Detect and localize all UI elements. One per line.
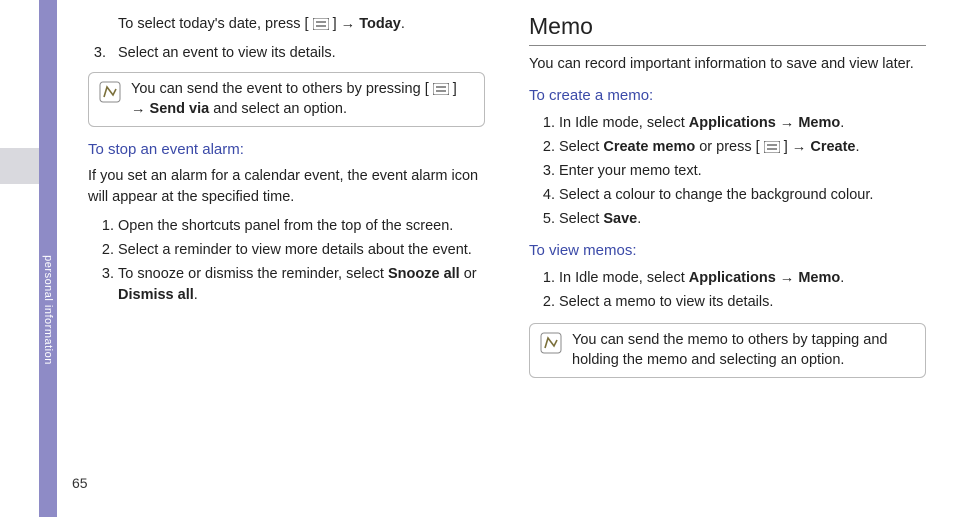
ol1-2-mid2: ] → [780, 139, 811, 155]
view-memo-heading: To view memos: [529, 240, 926, 262]
ol2-3-post: . [194, 287, 198, 303]
view-memo-steps: In Idle mode, select Applications → Memo… [529, 268, 926, 313]
step-text: Select a colour to change the background… [559, 187, 873, 203]
note-send-memo-text: You can send the memo to others by tappi… [572, 330, 915, 371]
ol1-2-b2: Create [810, 139, 855, 155]
create-memo-steps: In Idle mode, select Applications → Memo… [529, 113, 926, 230]
ol2-1-pre: In Idle mode, select [559, 270, 689, 286]
ol2-3-mid: or [460, 266, 477, 282]
ol1-1-b1: Applications [689, 115, 776, 131]
today-bold: Today [359, 16, 401, 32]
ol1-2-b1: Create memo [603, 139, 695, 155]
note-send-memo: You can send the memo to others by tappi… [529, 323, 926, 378]
today-line-pre: To select today's date, press [ [118, 16, 313, 32]
create-memo-heading: To create a memo: [529, 85, 926, 107]
left-column: To select today's date, press [ ] → Toda… [60, 10, 493, 507]
note-send-event: You can send the event to others by pres… [88, 72, 485, 127]
edge-gray-band [0, 148, 39, 184]
list-item: Enter your memo text. [559, 161, 926, 182]
content-area: To select today's date, press [ ] → Toda… [60, 10, 944, 507]
menu-icon [764, 141, 780, 153]
step-text: Select a memo to view its details. [559, 294, 773, 310]
step-3-line: 3. Select an event to view its details. [88, 43, 485, 64]
today-line-post: . [401, 16, 405, 32]
ol2-1-mid: → [776, 270, 799, 286]
ol1-5-post: . [637, 211, 641, 227]
step-3-text: Select an event to view its details. [118, 43, 336, 64]
ol1-5-pre: Select [559, 211, 603, 227]
ol1-1-b2: Memo [798, 115, 840, 131]
note-send-event-text: You can send the event to others by pres… [131, 79, 474, 120]
list-item: Select Create memo or press [ ] → Create… [559, 137, 926, 158]
note1-post: and select an option. [209, 101, 347, 117]
list-item: Select Save. [559, 209, 926, 230]
note1-pre: You can send the event to others by pres… [131, 81, 433, 97]
menu-icon [433, 83, 449, 95]
ol1-2-mid: or press [ [695, 139, 764, 155]
step-text: Enter your memo text. [559, 163, 702, 179]
step-3-num: 3. [88, 43, 106, 64]
page-edge [0, 0, 39, 517]
section-tab: personal information [39, 0, 57, 517]
ol1-2-pre: Select [559, 139, 603, 155]
note-icon [540, 332, 562, 354]
ol1-1-pre: In Idle mode, select [559, 115, 689, 131]
ol1-1-post: . [840, 115, 844, 131]
heading-rule [529, 45, 926, 46]
list-item: To snooze or dismiss the reminder, selec… [118, 264, 485, 306]
ol1-5-b: Save [603, 211, 637, 227]
manual-page: personal information To select today's d… [0, 0, 954, 517]
ol2-1-b1: Applications [689, 270, 776, 286]
today-line-mid: ] → [329, 16, 360, 32]
list-item: In Idle mode, select Applications → Memo… [559, 113, 926, 134]
section-tab-label: personal information [42, 255, 54, 365]
ol2-1-post: . [840, 270, 844, 286]
ol2-3-b1: Snooze all [388, 266, 460, 282]
memo-intro: You can record important information to … [529, 54, 926, 75]
list-item: Select a reminder to view more details a… [118, 240, 485, 261]
ol1-1-mid: → [776, 115, 799, 131]
stop-alarm-heading: To stop an event alarm: [88, 139, 485, 161]
ol2-1-b2: Memo [798, 270, 840, 286]
select-today-line: To select today's date, press [ ] → Toda… [118, 14, 485, 35]
memo-heading: Memo [529, 10, 926, 43]
right-column: Memo You can record important informatio… [521, 10, 944, 507]
list-item: Open the shortcuts panel from the top of… [118, 216, 485, 237]
ol2-3-b2: Dismiss all [118, 287, 194, 303]
stop-alarm-steps: Open the shortcuts panel from the top of… [88, 216, 485, 306]
stop-alarm-para: If you set an alarm for a calendar event… [88, 166, 485, 208]
list-item: Select a memo to view its details. [559, 292, 926, 313]
ol1-2-post: . [855, 139, 859, 155]
note1-bold: Send via [150, 101, 210, 117]
list-item: Select a colour to change the background… [559, 185, 926, 206]
ol2-3-pre: To snooze or dismiss the reminder, selec… [118, 266, 388, 282]
note-icon [99, 81, 121, 103]
menu-icon [313, 18, 329, 30]
list-item: In Idle mode, select Applications → Memo… [559, 268, 926, 289]
step-text: Select a reminder to view more details a… [118, 242, 472, 258]
page-number: 65 [72, 475, 88, 491]
step-text: Open the shortcuts panel from the top of… [118, 218, 453, 234]
